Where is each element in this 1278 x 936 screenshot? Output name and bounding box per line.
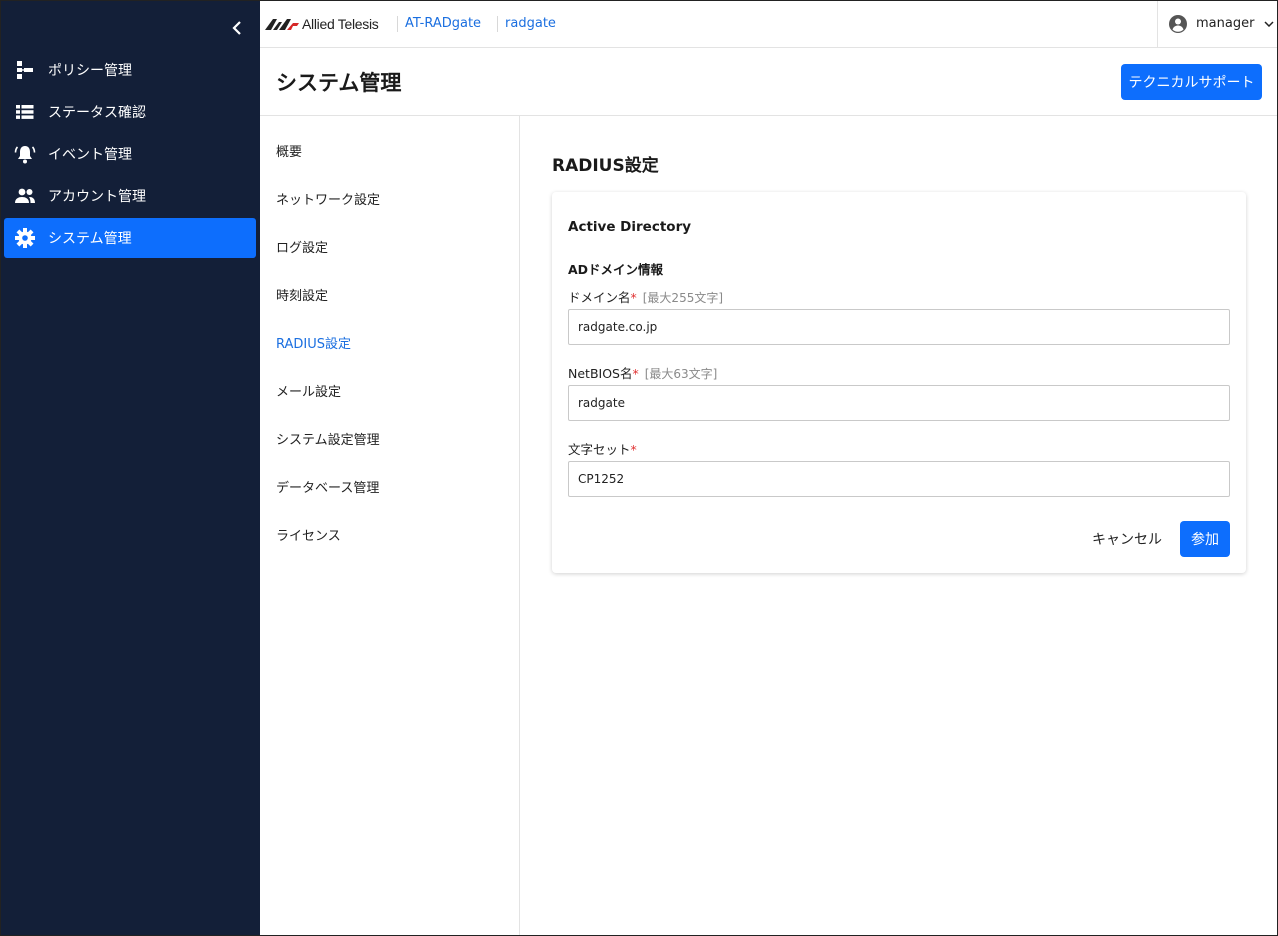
sidebar-item-accounts[interactable]: アカウント管理 (4, 176, 256, 216)
user-avatar-icon (1169, 14, 1187, 33)
logo-mark-icon (265, 18, 299, 30)
sidebar-item-label: イベント管理 (48, 147, 132, 163)
submenu-item-mail[interactable]: メール設定 (276, 381, 341, 400)
top-header: Allied Telesis AT-RADgate radgate manage… (260, 0, 1278, 48)
user-name: manager (1196, 16, 1255, 31)
sidebar-item-label: システム管理 (48, 231, 132, 247)
submenu-item-system-config[interactable]: システム設定管理 (276, 429, 380, 448)
logo-text: Allied Telesis (302, 15, 379, 32)
domain-name-input[interactable] (568, 309, 1230, 345)
card-title: Active Directory (568, 219, 692, 235)
allied-telesis-logo: Allied Telesis (265, 16, 391, 32)
sidebar-item-label: ポリシー管理 (48, 63, 132, 79)
required-mark: * (632, 366, 639, 381)
collapse-sidebar-button[interactable] (226, 16, 248, 40)
charset-input[interactable] (568, 461, 1230, 497)
system-submenu: 概要 ネットワーク設定 ログ設定 時刻設定 RADIUS設定 メール設定 システ… (260, 116, 520, 936)
policy-tree-icon (14, 59, 36, 81)
sidebar-item-system[interactable]: システム管理 (4, 218, 256, 258)
domain-hint: [最大255文字] (642, 291, 724, 305)
sidebar-item-policy[interactable]: ポリシー管理 (4, 50, 256, 90)
cancel-button[interactable]: キャンセル (1084, 521, 1170, 557)
submenu-item-database[interactable]: データベース管理 (276, 477, 379, 496)
users-icon (14, 185, 36, 207)
group-title: ADドメイン情報 (568, 262, 664, 277)
breadcrumb-host[interactable]: radgate (497, 15, 570, 32)
list-icon (14, 101, 36, 123)
submenu-item-log[interactable]: ログ設定 (276, 237, 328, 256)
sidebar-nav: ポリシー管理 ステータス確認 イベント管理 アカウント管理 システム管理 (4, 50, 256, 260)
submenu-item-license[interactable]: ライセンス (276, 525, 341, 544)
section-title: RADIUS設定 (552, 156, 659, 176)
sidebar-item-events[interactable]: イベント管理 (4, 134, 256, 174)
sidebar: ポリシー管理 ステータス確認 イベント管理 アカウント管理 システム管理 (0, 0, 260, 936)
chevron-left-icon (232, 21, 241, 35)
breadcrumb-product[interactable]: AT-RADgate (397, 15, 497, 32)
sidebar-item-status[interactable]: ステータス確認 (4, 92, 256, 132)
gear-icon (14, 227, 36, 249)
netbios-name-label: NetBIOS名* [最大63文字] (568, 363, 717, 382)
technical-support-button[interactable]: テクニカルサポート (1121, 64, 1262, 100)
submenu-item-overview[interactable]: 概要 (276, 141, 302, 160)
sidebar-item-label: アカウント管理 (48, 189, 146, 205)
submenu-item-time[interactable]: 時刻設定 (276, 285, 328, 304)
required-mark: * (630, 290, 637, 305)
charset-label-text: 文字セット (568, 442, 631, 457)
user-menu[interactable]: manager (1157, 0, 1278, 47)
page-title: システム管理 (276, 71, 402, 95)
active-directory-card: Active Directory ADドメイン情報 ドメイン名* [最大255文… (552, 192, 1246, 573)
chevron-down-icon (1264, 20, 1274, 27)
required-mark: * (630, 442, 637, 457)
submenu-item-network[interactable]: ネットワーク設定 (276, 189, 380, 208)
charset-label: 文字セット* (568, 439, 637, 458)
join-button[interactable]: 参加 (1180, 521, 1230, 557)
submenu-item-radius[interactable]: RADIUS設定 (276, 333, 351, 352)
domain-label-text: ドメイン名 (568, 290, 631, 305)
netbios-hint: [最大63文字] (644, 367, 718, 381)
page-header: システム管理 テクニカルサポート (260, 48, 1278, 116)
netbios-label-text: NetBIOS名 (568, 366, 633, 381)
main-content: RADIUS設定 Active Directory ADドメイン情報 ドメイン名… (520, 116, 1278, 936)
sidebar-item-label: ステータス確認 (48, 105, 146, 121)
domain-name-label: ドメイン名* [最大255文字] (568, 287, 723, 306)
netbios-name-input[interactable] (568, 385, 1230, 421)
bell-ring-icon (14, 143, 36, 165)
